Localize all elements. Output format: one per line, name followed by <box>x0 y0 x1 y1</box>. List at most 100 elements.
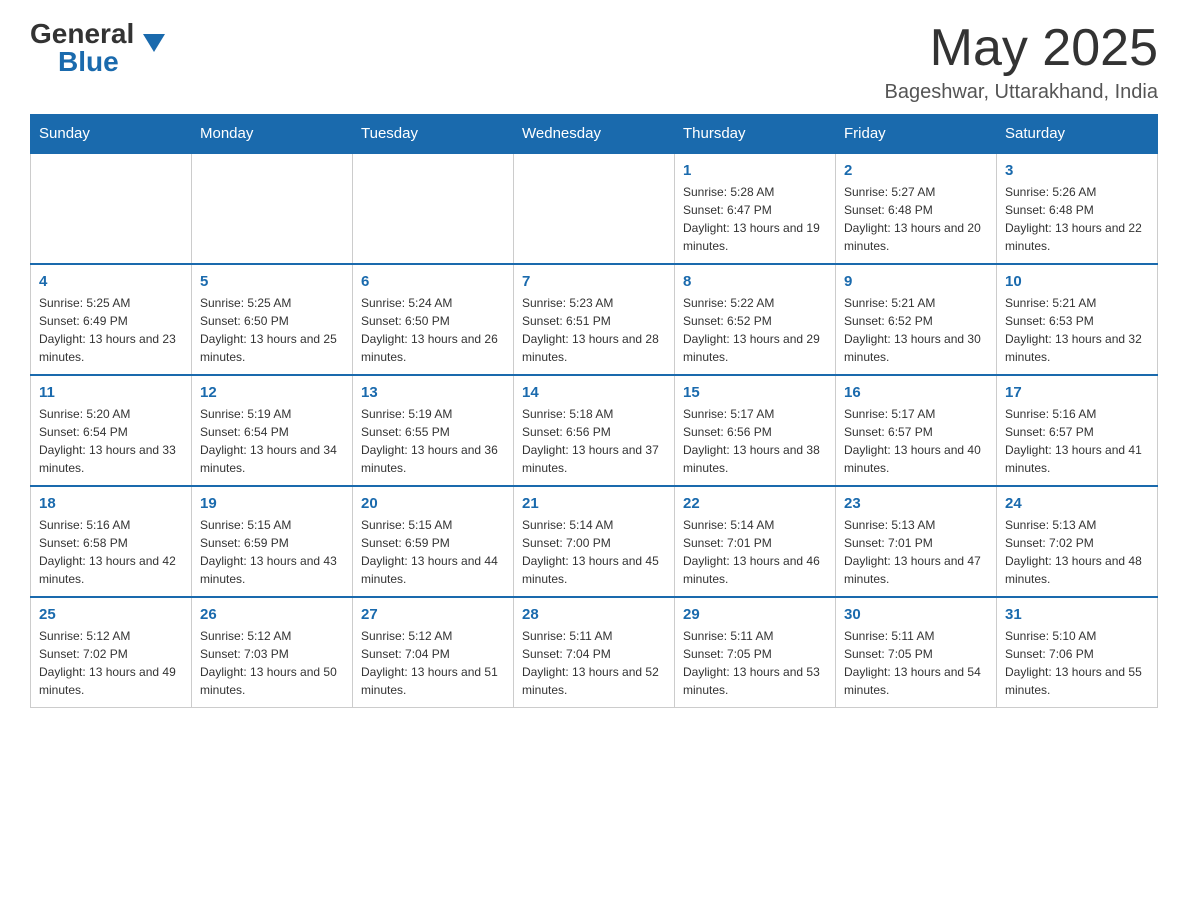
day-number: 24 <box>1005 495 1149 512</box>
calendar-cell: 24 Sunrise: 5:13 AMSunset: 7:02 PMDayligh… <box>997 486 1158 597</box>
calendar-cell: 1 Sunrise: 5:28 AMSunset: 6:47 PMDaylight… <box>675 153 836 264</box>
location-title: Bageshwar, Uttarakhand, India <box>884 81 1158 104</box>
day-number: 1 <box>683 162 827 179</box>
day-info: Sunrise: 5:21 AMSunset: 6:53 PMDaylight:… <box>1005 294 1149 366</box>
calendar-cell: 6Sunrise: 5:24 AMSunset: 6:50 PMDaylight… <box>353 264 514 375</box>
calendar-cell: 9Sunrise: 5:21 AMSunset: 6:52 PMDaylight… <box>836 264 997 375</box>
calendar-cell: 31Sunrise: 5:10 AMSunset: 7:06 PMDayligh… <box>997 597 1158 708</box>
day-info: Sunrise: 5:17 AMSunset: 6:56 PMDaylight:… <box>683 405 827 477</box>
day-info: Sunrise: 5:15 AMSunset: 6:59 PMDaylight:… <box>200 516 344 588</box>
col-thursday: Thursday <box>675 115 836 154</box>
day-number: 16 <box>844 384 988 401</box>
day-number: 9 <box>844 273 988 290</box>
day-info: Sunrise: 5:25 AMSunset: 6:50 PMDaylight:… <box>200 294 344 366</box>
week-row-2: 11Sunrise: 5:20 AMSunset: 6:54 PMDayligh… <box>31 375 1158 486</box>
week-row-4: 25 Sunrise: 5:12 AMSunset: 7:02 PMDayligh… <box>31 597 1158 708</box>
calendar-cell: 25 Sunrise: 5:12 AMSunset: 7:02 PMDayligh… <box>31 597 192 708</box>
day-info: Sunrise: 5:12 AMSunset: 7:04 PMDaylight:… <box>361 627 505 699</box>
day-info: Sunrise: 5:16 AMSunset: 6:57 PMDaylight:… <box>1005 405 1149 477</box>
day-number: 6 <box>361 273 505 290</box>
day-number: 5 <box>200 273 344 290</box>
day-info: Sunrise: 5:12 AMSunset: 7:02 PMDaylight:… <box>39 627 183 699</box>
calendar-cell: 27Sunrise: 5:12 AMSunset: 7:04 PMDayligh… <box>353 597 514 708</box>
day-number: 15 <box>683 384 827 401</box>
logo-general-text: General <box>30 20 134 48</box>
calendar-cell <box>514 153 675 264</box>
day-info: Sunrise: 5:15 AMSunset: 6:59 PMDaylight:… <box>361 516 505 588</box>
calendar-cell: 2Sunrise: 5:27 AMSunset: 6:48 PMDaylight… <box>836 153 997 264</box>
logo-blue-text: Blue <box>58 46 119 77</box>
calendar-cell: 12 Sunrise: 5:19 AMSunset: 6:54 PMDayligh… <box>192 375 353 486</box>
day-info: Sunrise: 5:14 AMSunset: 7:00 PMDaylight:… <box>522 516 666 588</box>
calendar-cell: 3 Sunrise: 5:26 AMSunset: 6:48 PMDaylight… <box>997 153 1158 264</box>
day-info: Sunrise: 5:13 AMSunset: 7:02 PMDaylight:… <box>1005 516 1149 588</box>
calendar-header-row: Sunday Monday Tuesday Wednesday Thursday… <box>31 115 1158 154</box>
day-number: 7 <box>522 273 666 290</box>
calendar-table: Sunday Monday Tuesday Wednesday Thursday… <box>30 114 1158 708</box>
day-number: 26 <box>200 606 344 623</box>
calendar-cell <box>353 153 514 264</box>
day-info: Sunrise: 5:16 AMSunset: 6:58 PMDaylight:… <box>39 516 183 588</box>
day-number: 22 <box>683 495 827 512</box>
calendar-cell: 8Sunrise: 5:22 AMSunset: 6:52 PMDaylight… <box>675 264 836 375</box>
week-row-1: 4Sunrise: 5:25 AMSunset: 6:49 PMDaylight… <box>31 264 1158 375</box>
day-info: Sunrise: 5:19 AMSunset: 6:55 PMDaylight:… <box>361 405 505 477</box>
calendar-cell: 4Sunrise: 5:25 AMSunset: 6:49 PMDaylight… <box>31 264 192 375</box>
col-friday: Friday <box>836 115 997 154</box>
day-info: Sunrise: 5:11 AMSunset: 7:05 PMDaylight:… <box>683 627 827 699</box>
day-number: 28 <box>522 606 666 623</box>
day-number: 30 <box>844 606 988 623</box>
day-number: 12 <box>200 384 344 401</box>
calendar-cell: 21 Sunrise: 5:14 AMSunset: 7:00 PMDayligh… <box>514 486 675 597</box>
day-info: Sunrise: 5:19 AMSunset: 6:54 PMDaylight:… <box>200 405 344 477</box>
calendar-cell: 23Sunrise: 5:13 AMSunset: 7:01 PMDayligh… <box>836 486 997 597</box>
day-info: Sunrise: 5:11 AMSunset: 7:05 PMDaylight:… <box>844 627 988 699</box>
day-info: Sunrise: 5:26 AMSunset: 6:48 PMDaylight:… <box>1005 183 1149 255</box>
day-number: 13 <box>361 384 505 401</box>
calendar-cell: 14Sunrise: 5:18 AMSunset: 6:56 PMDayligh… <box>514 375 675 486</box>
col-monday: Monday <box>192 115 353 154</box>
calendar-cell: 29 Sunrise: 5:11 AMSunset: 7:05 PMDayligh… <box>675 597 836 708</box>
calendar-cell: 26Sunrise: 5:12 AMSunset: 7:03 PMDayligh… <box>192 597 353 708</box>
col-sunday: Sunday <box>31 115 192 154</box>
day-number: 21 <box>522 495 666 512</box>
calendar-cell: 16Sunrise: 5:17 AMSunset: 6:57 PMDayligh… <box>836 375 997 486</box>
calendar-cell: 7 Sunrise: 5:23 AMSunset: 6:51 PMDaylight… <box>514 264 675 375</box>
calendar-cell: 13 Sunrise: 5:19 AMSunset: 6:55 PMDayligh… <box>353 375 514 486</box>
day-info: Sunrise: 5:25 AMSunset: 6:49 PMDaylight:… <box>39 294 183 366</box>
week-row-3: 18 Sunrise: 5:16 AMSunset: 6:58 PMDayligh… <box>31 486 1158 597</box>
day-info: Sunrise: 5:14 AMSunset: 7:01 PMDaylight:… <box>683 516 827 588</box>
calendar-cell: 11Sunrise: 5:20 AMSunset: 6:54 PMDayligh… <box>31 375 192 486</box>
day-info: Sunrise: 5:22 AMSunset: 6:52 PMDaylight:… <box>683 294 827 366</box>
day-number: 20 <box>361 495 505 512</box>
day-number: 3 <box>1005 162 1149 179</box>
calendar-cell: 20 Sunrise: 5:15 AMSunset: 6:59 PMDayligh… <box>353 486 514 597</box>
day-number: 23 <box>844 495 988 512</box>
day-number: 29 <box>683 606 827 623</box>
day-info: Sunrise: 5:20 AMSunset: 6:54 PMDaylight:… <box>39 405 183 477</box>
day-info: Sunrise: 5:18 AMSunset: 6:56 PMDaylight:… <box>522 405 666 477</box>
day-number: 19 <box>200 495 344 512</box>
calendar-cell: 17 Sunrise: 5:16 AMSunset: 6:57 PMDayligh… <box>997 375 1158 486</box>
calendar-cell <box>192 153 353 264</box>
day-info: Sunrise: 5:27 AMSunset: 6:48 PMDaylight:… <box>844 183 988 255</box>
calendar-cell: 18 Sunrise: 5:16 AMSunset: 6:58 PMDayligh… <box>31 486 192 597</box>
logo: General Blue <box>30 20 143 76</box>
page-header: General Blue May 2025 Bageshwar, Uttarak… <box>30 20 1158 104</box>
day-number: 17 <box>1005 384 1149 401</box>
calendar-cell: 15 Sunrise: 5:17 AMSunset: 6:56 PMDayligh… <box>675 375 836 486</box>
day-number: 25 <box>39 606 183 623</box>
calendar-cell: 22 Sunrise: 5:14 AMSunset: 7:01 PMDayligh… <box>675 486 836 597</box>
calendar-cell: 5 Sunrise: 5:25 AMSunset: 6:50 PMDaylight… <box>192 264 353 375</box>
col-saturday: Saturday <box>997 115 1158 154</box>
day-info: Sunrise: 5:23 AMSunset: 6:51 PMDaylight:… <box>522 294 666 366</box>
day-info: Sunrise: 5:11 AMSunset: 7:04 PMDaylight:… <box>522 627 666 699</box>
day-number: 10 <box>1005 273 1149 290</box>
calendar-cell: 30 Sunrise: 5:11 AMSunset: 7:05 PMDayligh… <box>836 597 997 708</box>
month-title: May 2025 <box>884 20 1158 77</box>
day-number: 18 <box>39 495 183 512</box>
day-info: Sunrise: 5:28 AMSunset: 6:47 PMDaylight:… <box>683 183 827 255</box>
calendar-cell: 10 Sunrise: 5:21 AMSunset: 6:53 PMDayligh… <box>997 264 1158 375</box>
week-row-0: 1 Sunrise: 5:28 AMSunset: 6:47 PMDaylight… <box>31 153 1158 264</box>
col-wednesday: Wednesday <box>514 115 675 154</box>
